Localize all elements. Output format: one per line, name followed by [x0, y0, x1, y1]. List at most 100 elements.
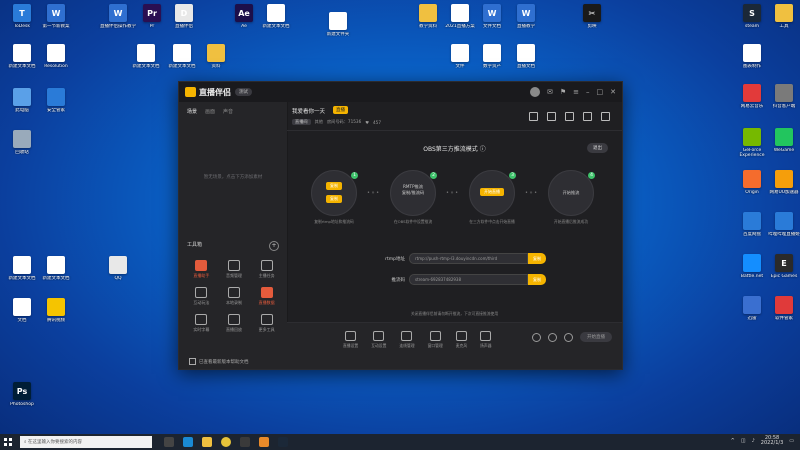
tool-label: 直播回放 [225, 327, 242, 332]
steam-taskbar-icon[interactable] [278, 437, 288, 447]
desktop-icon[interactable]: 工具 [764, 4, 800, 29]
network-icon[interactable]: ◫ [741, 438, 746, 444]
info-icon[interactable]: ⓘ [480, 146, 486, 153]
search-placeholder: 在这里输入你要搜索的内容 [27, 440, 82, 445]
desktop-icon[interactable]: 新建文件夹 [318, 12, 358, 37]
desktop-app-icon [13, 130, 31, 148]
copy-stream-key-button[interactable]: 复制 [528, 274, 546, 285]
step-number: 1 [351, 172, 358, 179]
tool-item[interactable]: 直播数据 [250, 287, 283, 306]
menu-icon[interactable]: ≡ [573, 88, 579, 96]
edge-icon[interactable] [183, 437, 193, 447]
desktop-app-icon [775, 4, 793, 22]
rtmp-input[interactable]: rtmp://push-rtmp-l3.douyincdn.com/third [409, 253, 528, 264]
copy-rtmp-button[interactable]: 复制 [326, 182, 342, 190]
start-live-button[interactable]: 开始直播 [580, 332, 612, 342]
exit-obs-button[interactable]: 退出 [587, 143, 608, 153]
tool-item[interactable]: 直播回放 [218, 314, 251, 333]
share-icon[interactable] [601, 112, 610, 121]
bottom-tool[interactable]: 窗口管理 [428, 331, 443, 349]
stream-key-input[interactable]: stream-692837482938 [409, 274, 528, 285]
taskbar-search[interactable]: ⌕ 在这里输入你要搜索的内容 [20, 436, 152, 448]
desktop-app-icon [137, 44, 155, 62]
tool-item[interactable]: 主播任务 [250, 260, 283, 279]
room-title[interactable]: 我爱看你一天 [292, 107, 325, 115]
desktop-icon[interactable]: Ps Photoshop [2, 382, 42, 407]
gift-icon[interactable]: ⚑ [560, 88, 566, 96]
desktop-icon[interactable]: 腾讯视频 [36, 298, 76, 323]
desktop-icon[interactable]: 图表制作 [732, 44, 772, 69]
checkbox[interactable] [189, 358, 196, 365]
user-avatar[interactable] [529, 87, 540, 97]
task-view-icon[interactable] [164, 437, 174, 447]
tab-scene[interactable]: 场景 [187, 108, 197, 115]
bell-icon[interactable] [583, 112, 592, 121]
tool-item[interactable]: 音频管理 [218, 260, 251, 279]
tool-item[interactable]: 直播助手 [185, 260, 218, 279]
desktop-icon[interactable]: 资料 [196, 44, 236, 69]
desktop-icon[interactable]: ✂ 剪映 [572, 4, 612, 29]
desktop-icon[interactable]: 网易UU加速器 [764, 170, 800, 195]
tool-icon [195, 260, 208, 271]
add-tool-icon[interactable]: + [269, 241, 279, 251]
desktop-icon[interactable]: 抖音客户端 [764, 84, 800, 109]
toolbox-grid: 直播助手 音频管理 主播任务互动玩法 本地录制 直播数据实时字幕 直播回放 更多工具 [185, 260, 283, 333]
desktop-icon[interactable]: 软件管家 [764, 296, 800, 321]
copy-key-button[interactable]: 复制 [326, 195, 342, 203]
explorer-icon[interactable] [202, 437, 212, 447]
desktop-icon[interactable]: QQ [98, 256, 138, 281]
desktop-icon[interactable]: 哔哩哔哩直播姬 [764, 212, 800, 237]
tool-item[interactable]: 更多工具 [250, 314, 283, 333]
maximize-icon[interactable]: □ [597, 88, 604, 96]
bottom-tool[interactable]: 连线管理 [399, 331, 415, 349]
start-button[interactable] [0, 434, 16, 450]
help-check[interactable]: 已查看最新版本帮助文档 [189, 358, 249, 365]
tool-item[interactable]: 本地录制 [218, 287, 251, 306]
tool-item[interactable]: 实时字幕 [185, 314, 218, 333]
desktop-icon[interactable]: 直播文档 [506, 44, 546, 69]
clock-date: 2022/1/3 [760, 440, 784, 446]
bottom-tool[interactable]: 直播设置 [343, 331, 358, 349]
settings-icon[interactable] [564, 332, 573, 342]
camera-icon[interactable] [532, 332, 541, 342]
record-icon[interactable] [548, 332, 557, 342]
minimize-icon[interactable]: – [586, 88, 590, 96]
step-3: 3 开始直播 在三方软件中点击开始直播 [469, 170, 516, 224]
live-companion-taskbar-icon[interactable] [259, 437, 269, 447]
desktop-icon-label: 哔哩哔哩直播姬 [768, 232, 800, 237]
bottom-tool[interactable]: 互动设置 [371, 331, 386, 349]
start-live-step-button[interactable]: 开始直播 [480, 188, 504, 196]
lock-icon[interactable] [547, 112, 556, 121]
stream-key-row: 推流码 stream-692837482938 复制 [375, 274, 546, 285]
tray-chevron-icon[interactable]: ^ [731, 438, 735, 444]
step-caption: 复制rtmp地址和推流码 [314, 219, 354, 224]
desktop-icon[interactable]: 安全管家 [36, 88, 76, 113]
desktop-icon[interactable]: 回收站 [2, 130, 42, 155]
desktop-icon[interactable]: D 直播伴侣 [164, 4, 204, 29]
bottom-tools: 直播设置 互动设置 连线管理 窗口管理 麦克风 扬声器 [343, 331, 492, 349]
bottom-tool[interactable]: 麦克风 [456, 331, 467, 349]
clock[interactable]: 20:58 2022/1/3 [761, 436, 783, 446]
app-icon[interactable] [240, 437, 250, 447]
tab-picture[interactable]: 画面 [205, 108, 215, 115]
desktop-icon[interactable]: 新建文本文档 [36, 256, 76, 281]
desktop-icon[interactable]: Resolution [36, 44, 76, 69]
notification-icon[interactable]: ▭ [789, 438, 794, 444]
bottom-tool[interactable]: 扬声器 [480, 331, 492, 349]
desktop-icon[interactable]: W 直播教学 [506, 4, 546, 29]
message-icon[interactable]: ✉ [547, 88, 553, 96]
desktop-icon[interactable]: WeGame [764, 128, 800, 153]
desktop-icon[interactable]: 新建文本文档 [256, 4, 296, 29]
desktop-app-icon [419, 4, 437, 22]
arrow-icon: • » • [446, 190, 459, 196]
volume-icon[interactable]: ♪ [752, 438, 755, 444]
close-icon[interactable]: ✕ [610, 88, 616, 96]
copy-rtmp-address-button[interactable]: 复制 [528, 253, 546, 264]
desktop-icon[interactable]: W 第一节新教案 [36, 4, 76, 29]
desktop-icon[interactable]: E Epic Games [764, 254, 800, 279]
tab-sound[interactable]: 声音 [223, 108, 233, 115]
chrome-icon[interactable] [221, 437, 231, 447]
tool-item[interactable]: 互动玩法 [185, 287, 218, 306]
notice-icon[interactable] [565, 112, 574, 121]
shop-icon[interactable] [529, 112, 538, 121]
